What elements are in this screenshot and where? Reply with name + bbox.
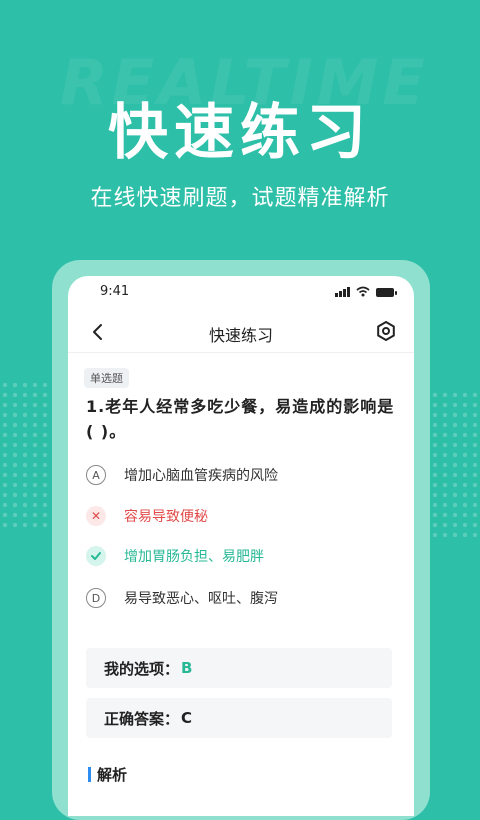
my-answer-value: B (181, 659, 193, 677)
option-a-label: 增加心脑血管疾病的风险 (124, 468, 278, 484)
option-c-label: 增加胃肠负担、易肥胖 (124, 549, 264, 565)
option-a[interactable]: A 增加心脑血管疾病的风险 (86, 462, 278, 488)
correct-answer-label: 正确答案： (104, 709, 180, 728)
option-b[interactable]: ✕ 容易导致便秘 (86, 503, 208, 529)
correct-answer-value: C (181, 709, 193, 727)
phone-screen: 9:41 快速练习 单选题 1.老年人经常多吃少餐，易造成的影响是( )。 A … (68, 276, 414, 816)
analysis-accent-bar (88, 767, 91, 782)
option-d-mark: D (86, 588, 106, 608)
option-d[interactable]: D 易导致恶心、呕吐、腹泻 (86, 585, 278, 611)
option-d-label: 易导致恶心、呕吐、腹泻 (124, 591, 278, 607)
hero-subtitle: 在线快速刷题，试题精准解析 (90, 186, 390, 211)
my-answer-box: 我的选项： B (86, 648, 392, 688)
option-b-label: 容易导致便秘 (124, 509, 208, 525)
wifi-icon (356, 286, 370, 297)
hero-title: 快速练习 (108, 98, 372, 168)
analysis-label: 解析 (97, 766, 128, 784)
question-text: 1.老年人经常多吃少餐，易造成的影响是( )。 (86, 397, 395, 441)
correct-answer-box: 正确答案： C (86, 698, 392, 738)
question-type-badge: 单选题 (84, 368, 129, 388)
nav-bar: 快速练习 (68, 312, 414, 353)
status-icons (335, 286, 397, 297)
wrong-x-icon: ✕ (86, 506, 106, 526)
status-time: 9:41 (100, 284, 130, 299)
signal-icon (335, 286, 350, 297)
battery-icon (376, 288, 397, 297)
nav-title: 快速练习 (208, 326, 273, 345)
correct-check-icon (86, 546, 106, 566)
hexagon-settings-icon[interactable] (374, 319, 398, 343)
option-c[interactable]: 增加胃肠负担、易肥胖 (86, 543, 264, 569)
my-answer-label: 我的选项： (104, 659, 180, 678)
status-bar: 9:41 (68, 276, 414, 310)
option-a-mark: A (86, 465, 106, 485)
analysis-heading: 解析 (88, 764, 127, 785)
